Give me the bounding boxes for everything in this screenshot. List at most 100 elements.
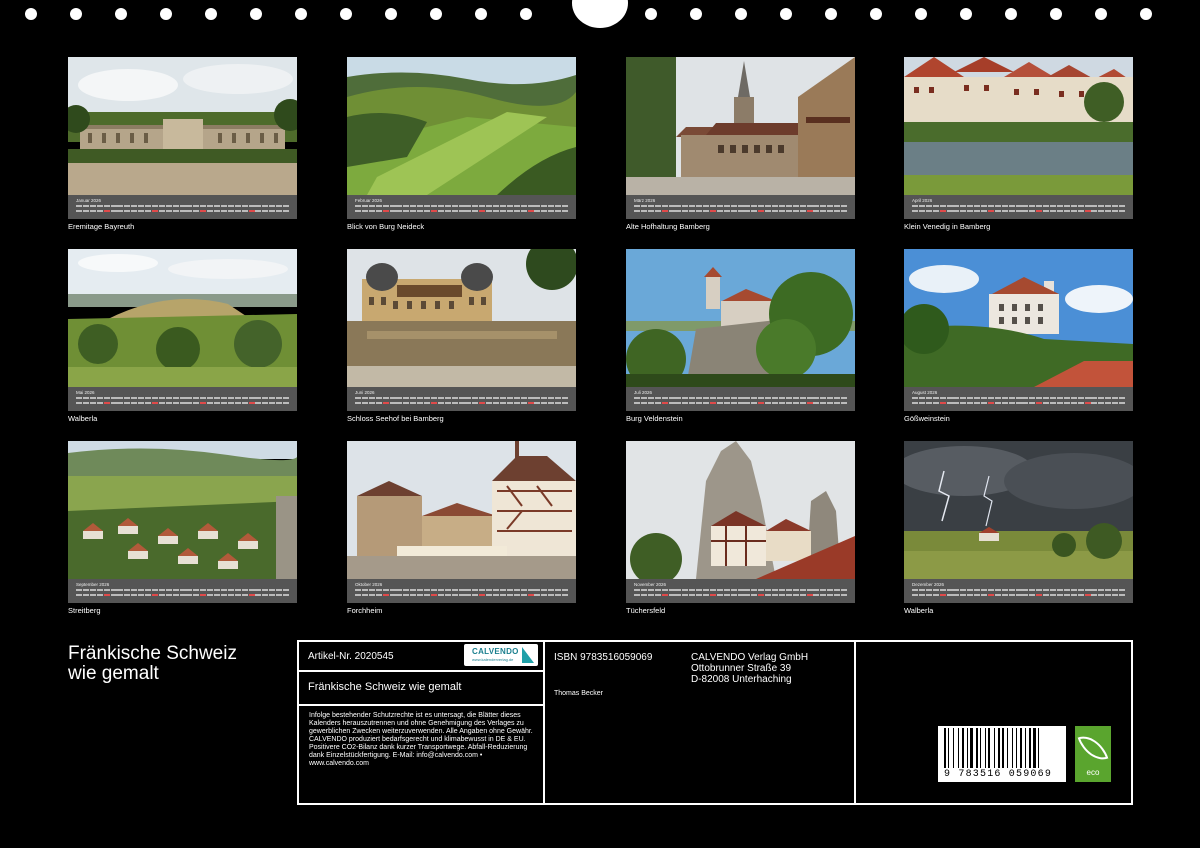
calendar-strip: Februar 2026 <box>347 195 576 219</box>
day-tick <box>1015 589 1022 591</box>
day-tick <box>974 594 981 596</box>
day-tick <box>994 397 1001 399</box>
day-tick <box>555 594 562 596</box>
day-tick <box>458 594 465 596</box>
day-tick <box>1050 397 1056 399</box>
day-tick <box>234 594 241 596</box>
day-tick <box>110 205 117 207</box>
day-tick <box>946 205 953 207</box>
day-tick <box>730 589 737 591</box>
photo-caption: Alte Hofhaltung Bamberg <box>626 222 710 231</box>
day-tick <box>355 589 361 591</box>
calendar-strip: Januar 2026 <box>68 195 297 219</box>
day-tick <box>424 210 430 212</box>
day-tick <box>241 397 248 399</box>
day-tick <box>813 397 820 399</box>
day-tick <box>241 589 248 591</box>
day-tick <box>145 589 151 591</box>
day-tick <box>269 205 276 207</box>
day-tick <box>424 402 430 404</box>
day-tick <box>117 589 124 591</box>
day-tick <box>751 210 758 212</box>
day-tick <box>430 397 437 399</box>
day-tick <box>355 397 361 399</box>
day-tick <box>493 397 499 399</box>
day-tick <box>912 210 918 212</box>
month-label: Dezember 2026 <box>912 582 945 587</box>
day-tick <box>820 210 827 212</box>
day-tick <box>76 205 82 207</box>
day-tick <box>451 402 458 404</box>
day-tick <box>1105 589 1112 591</box>
day-tick <box>640 210 647 212</box>
day-tick <box>1098 205 1105 207</box>
barcode-bar <box>967 728 968 768</box>
calvendo-logo-subtext: www.kalenderverlag.de <box>472 657 514 662</box>
day-tick <box>548 594 555 596</box>
binding-hole <box>1140 8 1152 20</box>
day-tick <box>444 594 451 596</box>
day-tick <box>813 205 820 207</box>
day-tick <box>179 210 186 212</box>
month-label: Juni 2026 <box>355 390 375 395</box>
day-tick <box>255 205 262 207</box>
day-tick <box>1050 402 1056 404</box>
day-tick <box>1056 397 1063 399</box>
day-tick <box>117 402 124 404</box>
day-tick <box>640 589 647 591</box>
day-tick <box>675 397 682 399</box>
day-tick <box>918 594 925 596</box>
day-tick <box>172 205 179 207</box>
day-tick <box>96 205 103 207</box>
photo-caption: Klein Venedig in Bamberg <box>904 222 991 231</box>
day-tick <box>417 589 424 591</box>
day-tick <box>200 402 207 404</box>
day-tick <box>227 397 234 399</box>
day-tick <box>1084 402 1091 404</box>
day-tick <box>382 210 389 212</box>
day-tick <box>555 402 562 404</box>
day-tick <box>765 205 772 207</box>
day-tick <box>124 205 131 207</box>
day-tick <box>555 397 562 399</box>
day-tick <box>89 589 96 591</box>
day-tick <box>778 205 785 207</box>
day-tick <box>165 594 172 596</box>
binding-hole <box>115 8 127 20</box>
day-tick <box>974 402 981 404</box>
day-tick <box>981 402 987 404</box>
day-tick <box>730 210 737 212</box>
day-tick <box>946 397 953 399</box>
day-tick <box>541 594 548 596</box>
barcode-bar <box>1016 728 1018 768</box>
day-tick <box>158 397 165 399</box>
day-tick <box>946 210 953 212</box>
day-tick <box>506 205 513 207</box>
day-tick <box>527 589 534 591</box>
day-tick <box>647 594 654 596</box>
day-tick <box>368 589 375 591</box>
day-tick <box>1050 594 1056 596</box>
day-tick <box>486 589 493 591</box>
publisher-name: CALVENDO Verlag GmbH <box>691 652 809 663</box>
day-tick <box>1008 589 1015 591</box>
day-tick <box>987 402 994 404</box>
day-tick <box>912 205 918 207</box>
day-tick <box>841 205 847 207</box>
day-row <box>355 397 571 407</box>
month-label: November 2026 <box>634 582 667 587</box>
binding-hole <box>690 8 702 20</box>
calendar-strip: September 2026 <box>68 579 297 603</box>
day-tick <box>1091 594 1098 596</box>
day-tick <box>444 210 451 212</box>
day-tick <box>1070 589 1077 591</box>
day-tick <box>262 594 269 596</box>
day-tick <box>661 397 668 399</box>
day-tick <box>1084 397 1091 399</box>
day-tick <box>403 205 410 207</box>
day-tick <box>1008 397 1015 399</box>
day-tick <box>703 594 709 596</box>
day-tick <box>912 594 918 596</box>
day-tick <box>709 594 716 596</box>
day-tick <box>981 589 987 591</box>
